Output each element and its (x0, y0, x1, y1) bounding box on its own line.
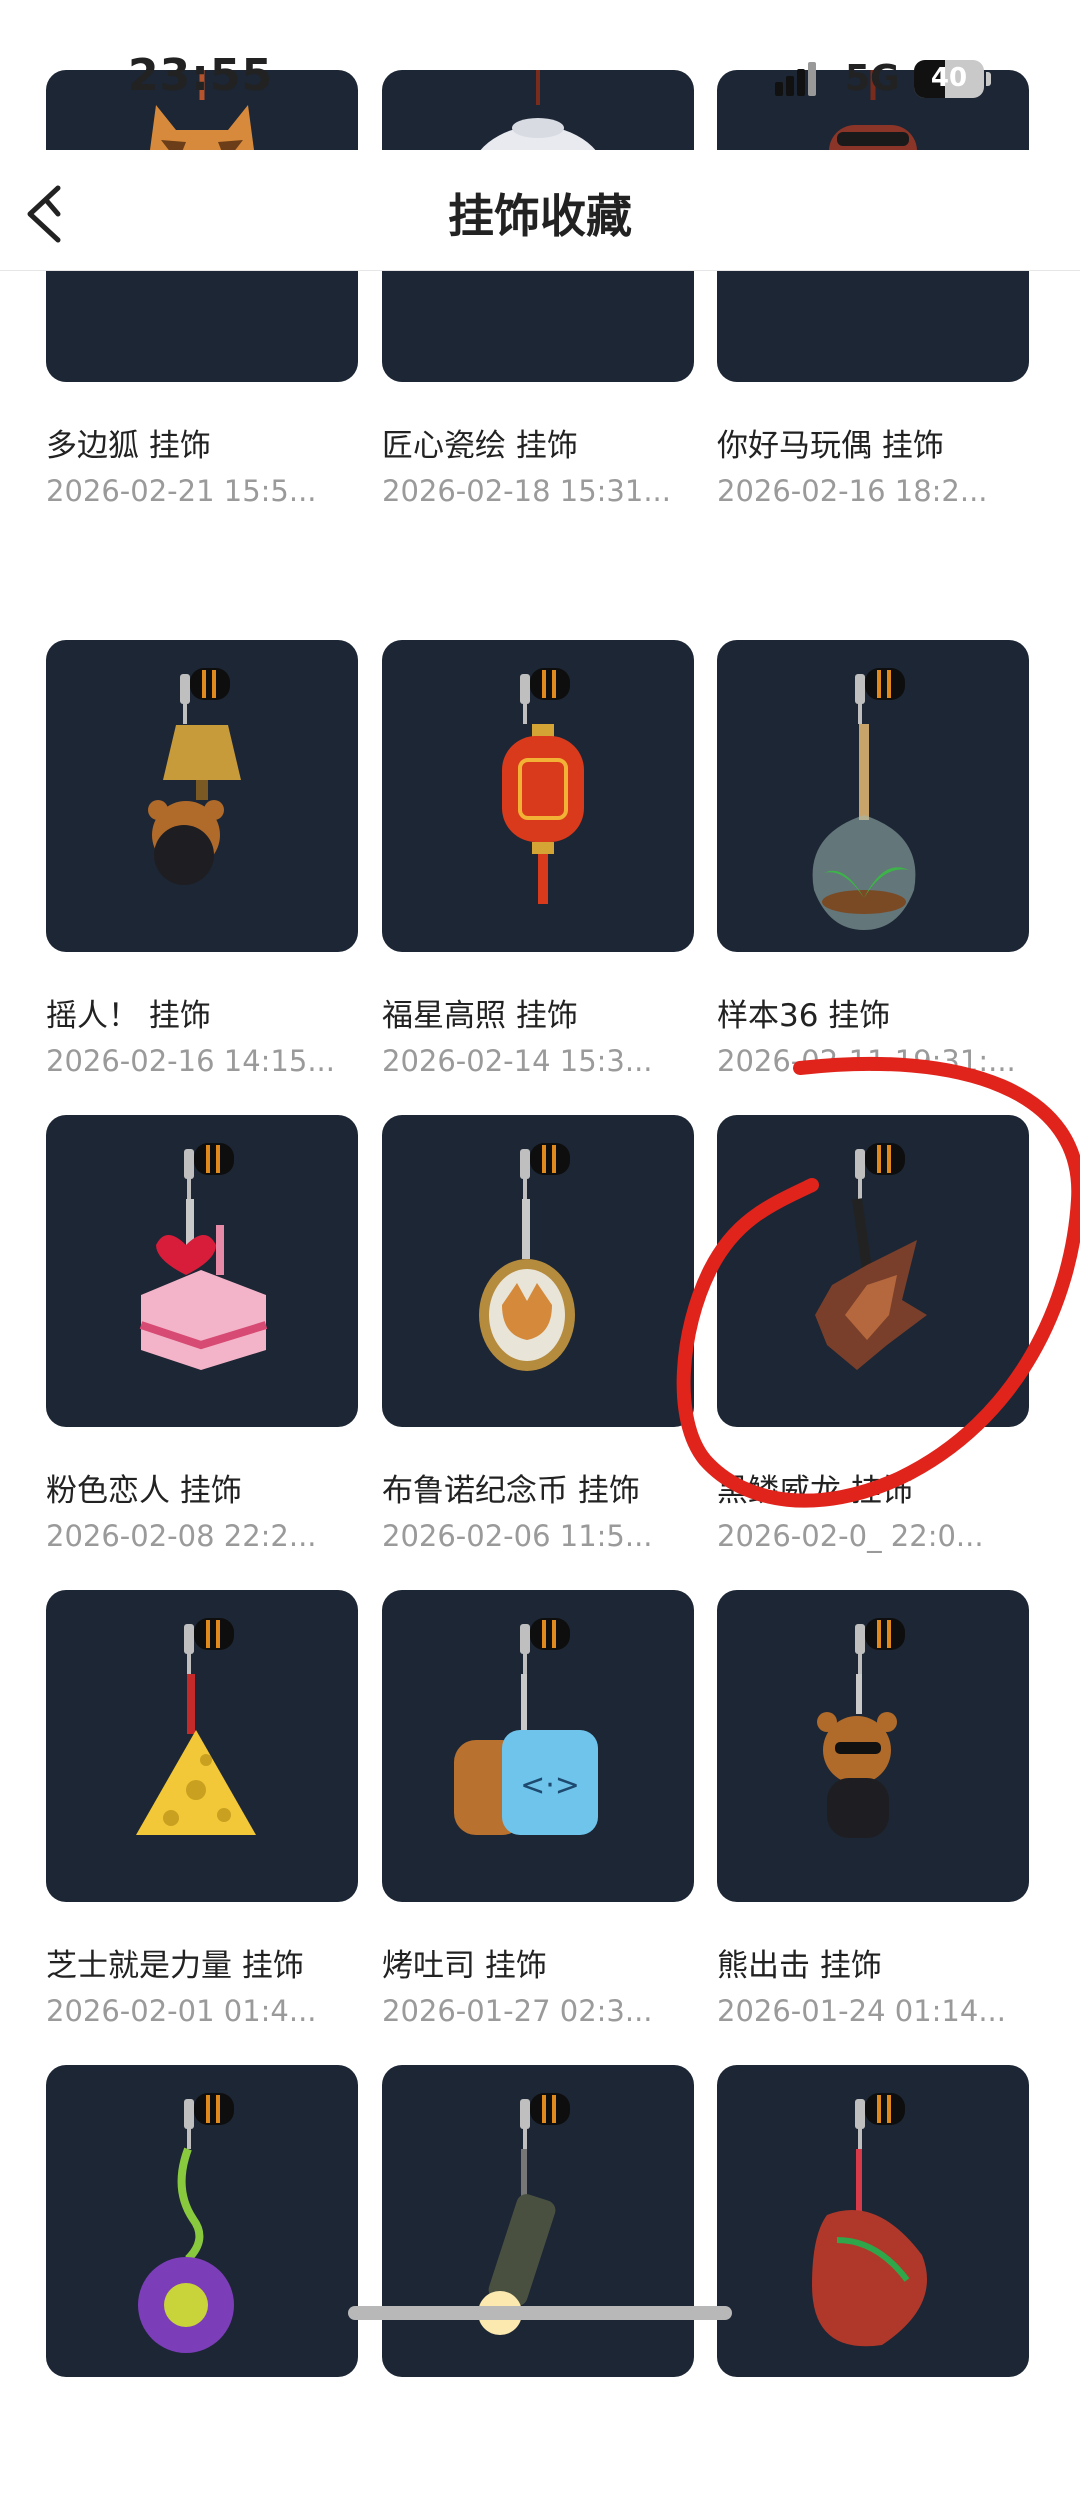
collection-card[interactable]: 福星高照 挂饰 2026-02-14 15:3... (382, 640, 694, 1078)
status-bar: 23:55 5G 40 (0, 0, 1080, 150)
collection-card[interactable]: 黑鳞威龙 挂饰 2026-02-0_ 22:0... (717, 1115, 1029, 1553)
card-date: 2026-02-14 15:3... (382, 1044, 653, 1078)
collection-card[interactable]: 熊出击 挂饰 2026-01-24 01:14... (717, 1590, 1029, 2028)
collection-card[interactable]: 摇人！ 挂饰 2026-02-16 14:15... (46, 640, 358, 1078)
collection-card[interactable]: 芝士就是力量 挂饰 2026-02-01 01:4... (46, 1590, 358, 2028)
card-name: 布鲁诺纪念币 挂饰 (382, 1473, 640, 1509)
home-indicator[interactable] (348, 2306, 732, 2320)
pink-cake-icon (46, 1115, 358, 1427)
red-lantern-icon (382, 640, 694, 952)
bell-bear-icon (46, 640, 358, 952)
card-name: 摇人！ 挂饰 (46, 998, 211, 1034)
card-date: 2026-01-24 01:14... (717, 1994, 1006, 2028)
collection-card[interactable]: <·> 烤吐司 挂饰 2026-01-27 02:3... (382, 1590, 694, 2028)
card-date: 2026-02-0_ 22:0... (717, 1519, 984, 1553)
signal-icon (775, 62, 829, 96)
collection-card[interactable]: 样本36 挂饰 2026-02-11 19:31:... (717, 640, 1029, 1078)
svg-text:<·>: <·> (520, 1768, 580, 1803)
dragon-scale-icon (717, 1115, 1029, 1427)
card-name: 黑鳞威龙 挂饰 (717, 1473, 913, 1509)
card-date: 2026-02-16 18:2... (717, 474, 988, 508)
collection-card[interactable] (46, 2065, 358, 2495)
card-date: 2026-02-18 15:31... (382, 474, 671, 508)
battery-icon: 40 (914, 60, 984, 98)
card-date: 2026-02-01 01:4... (46, 1994, 317, 2028)
yoyo-icon (46, 2065, 358, 2377)
toast-icon: <·> (382, 1590, 694, 1902)
battery-level: 40 (930, 63, 968, 93)
card-date: 2026-02-06 11:5... (382, 1519, 653, 1553)
card-date: 2026-02-11 19:31:... (717, 1044, 1016, 1078)
card-name: 福星高照 挂饰 (382, 998, 578, 1034)
network-type: 5G (845, 58, 900, 99)
card-name: 熊出击 挂饰 (717, 1948, 882, 1984)
dog-coin-icon (382, 1115, 694, 1427)
card-name: 烤吐司 挂饰 (382, 1948, 547, 1984)
card-name: 多边狐 挂饰 (46, 428, 211, 464)
flip-flop-icon (717, 2065, 1029, 2377)
card-date: 2026-01-27 02:3... (382, 1994, 653, 2028)
collection-card[interactable]: 布鲁诺纪念币 挂饰 2026-02-06 11:5... (382, 1115, 694, 1553)
nav-bar: 挂饰收藏 (0, 150, 1080, 271)
card-name: 你好马玩偶 挂饰 (717, 428, 944, 464)
card-date: 2026-02-16 14:15... (46, 1044, 335, 1078)
page-title: 挂饰收藏 (448, 189, 632, 243)
collection-card[interactable] (382, 2065, 694, 2495)
attack-bear-icon (717, 1590, 1029, 1902)
collection-card[interactable] (717, 2065, 1029, 2495)
card-name: 匠心瓷绘 挂饰 (382, 428, 578, 464)
card-name: 样本36 挂饰 (717, 998, 891, 1034)
card-date: 2026-02-21 15:5... (46, 474, 317, 508)
card-name: 芝士就是力量 挂饰 (46, 1948, 304, 1984)
card-date: 2026-02-08 22:2... (46, 1519, 317, 1553)
card-name: 粉色恋人 挂饰 (46, 1473, 242, 1509)
flashlight-icon (382, 2065, 694, 2377)
status-time: 23:55 (128, 50, 274, 101)
collection-card[interactable]: 粉色恋人 挂饰 2026-02-08 22:2... (46, 1115, 358, 1553)
sprout-flask-icon (717, 640, 1029, 952)
collection-grid: 多边狐 挂饰 2026-02-21 15:5... 匠心瓷绘 挂饰 2026-02-… (0, 0, 1080, 2377)
cheese-icon (46, 1590, 358, 1902)
